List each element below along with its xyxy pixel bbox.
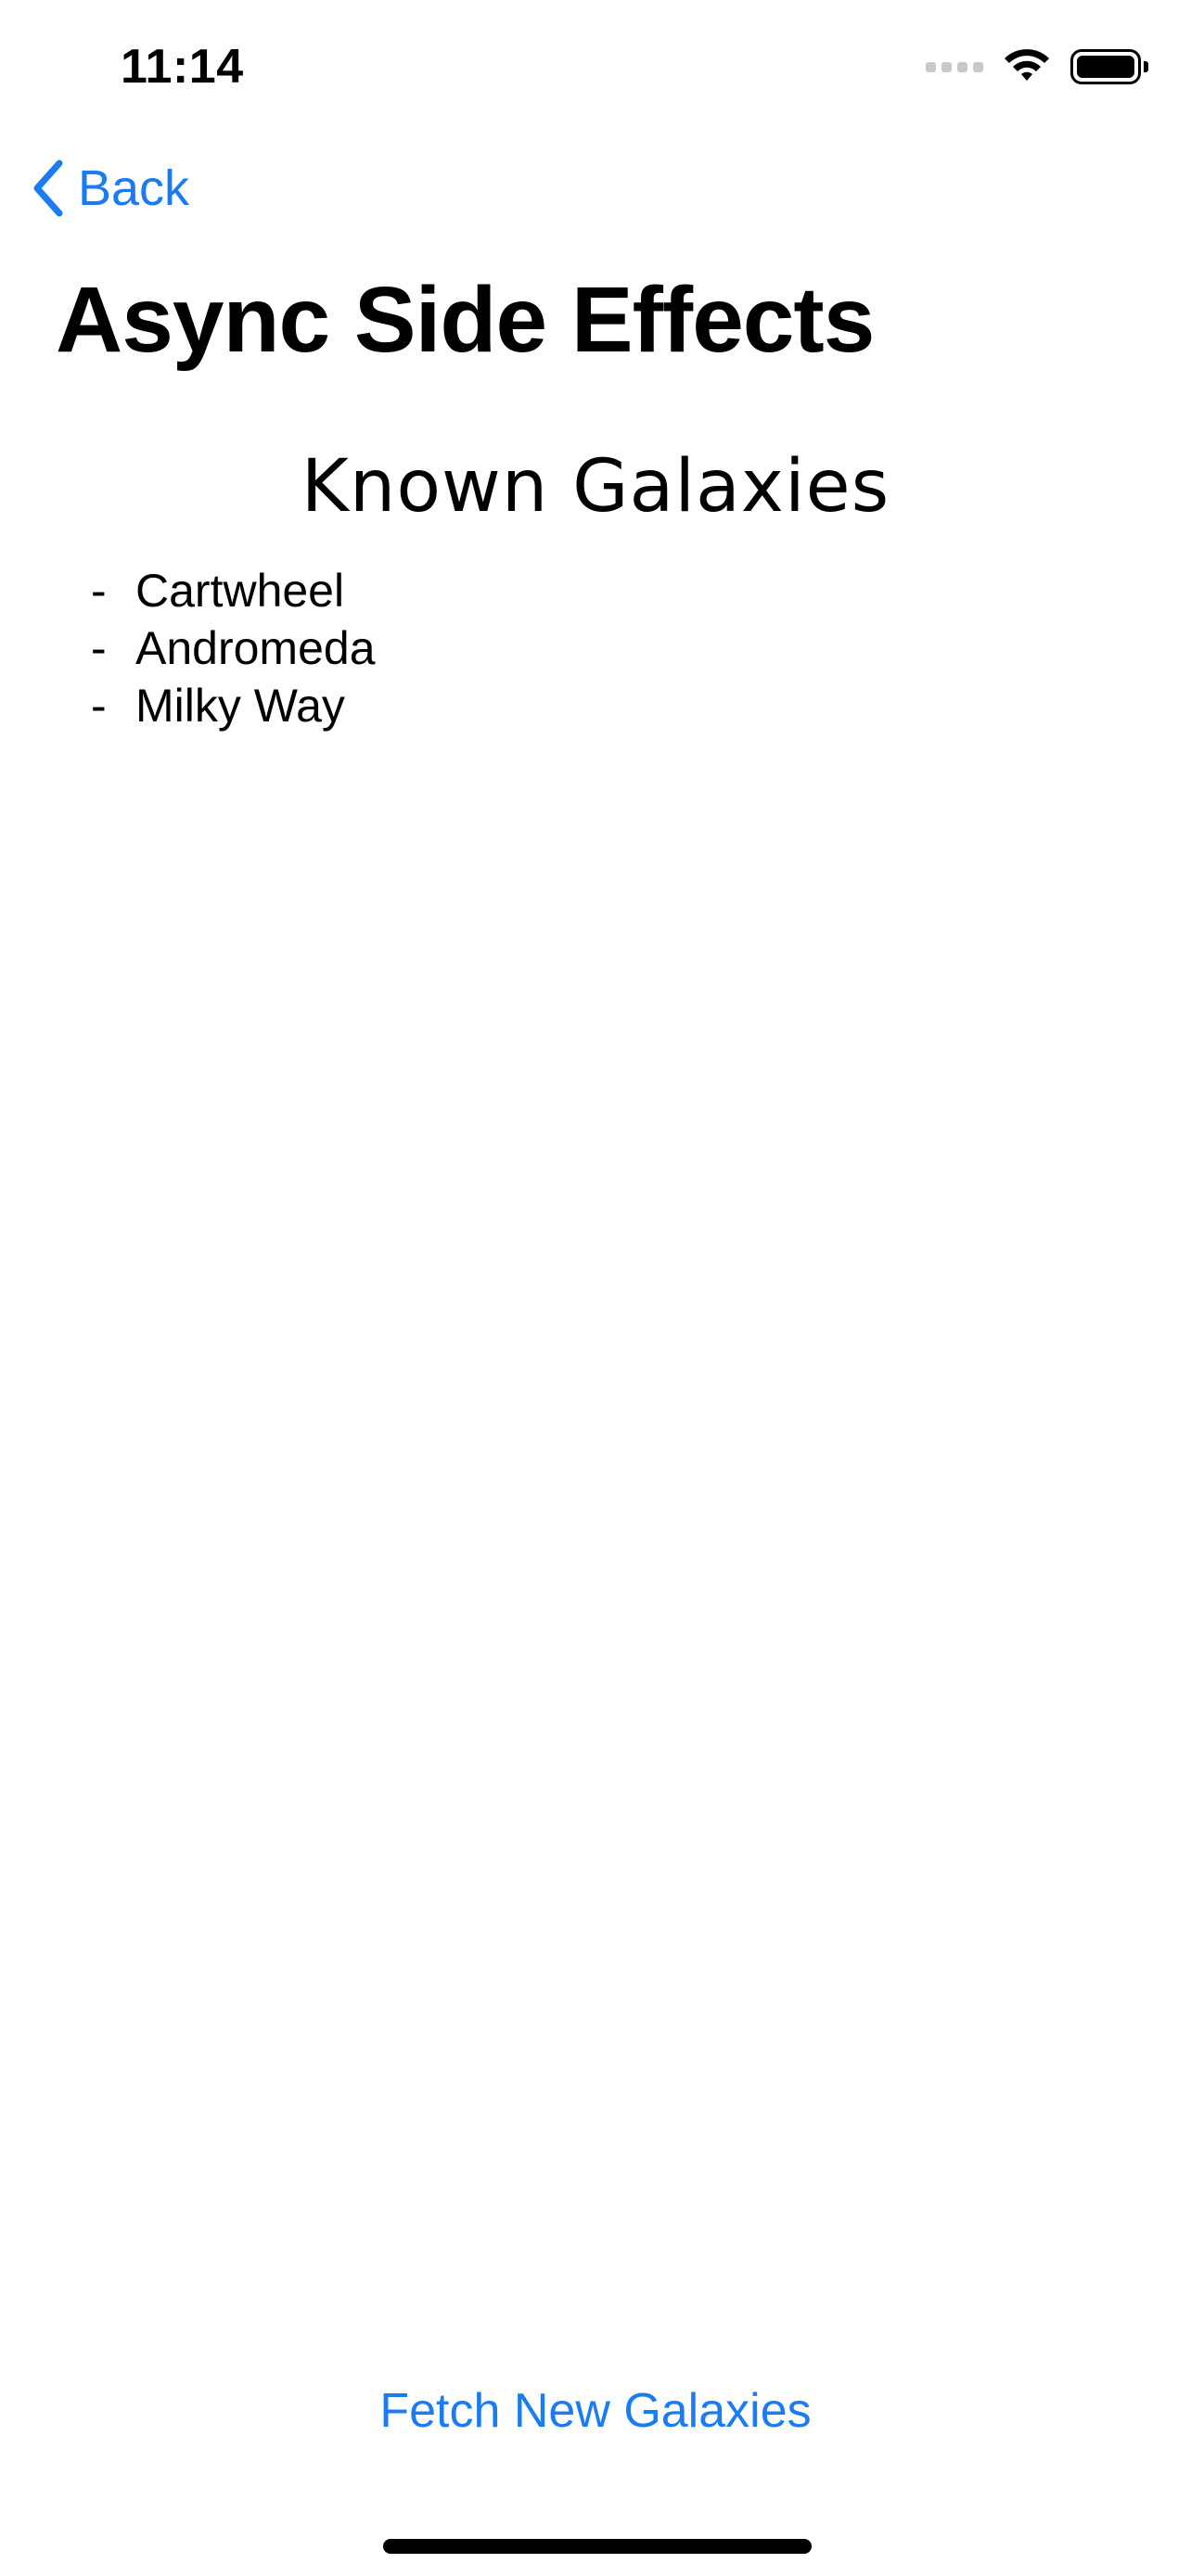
chevron-left-icon (33, 159, 63, 217)
bullet-dash: - (91, 565, 107, 617)
page-title: Async Side Effects (56, 268, 875, 372)
galaxy-name: Cartwheel (135, 565, 345, 617)
fetch-new-galaxies-button[interactable]: Fetch New Galaxies (0, 2383, 1191, 2439)
list-item: - Cartwheel (91, 562, 376, 619)
status-bar: 11:14 (0, 0, 1191, 139)
battery-icon (1070, 49, 1148, 84)
home-indicator[interactable] (383, 2539, 812, 2554)
bullet-dash: - (91, 622, 107, 674)
section-heading: Known Galaxies (301, 445, 890, 529)
wifi-icon (1005, 49, 1049, 81)
list-item: - Milky Way (91, 677, 376, 734)
status-icons (926, 46, 1148, 87)
galaxy-list: - Cartwheel - Andromeda - Milky Way (91, 562, 376, 734)
cellular-signal-icon (926, 61, 983, 72)
back-button[interactable]: Back (32, 159, 189, 217)
status-time: 11:14 (121, 40, 244, 94)
back-button-label: Back (78, 160, 190, 216)
galaxy-name: Milky Way (135, 680, 345, 732)
bullet-dash: - (91, 680, 107, 732)
list-item: - Andromeda (91, 619, 376, 677)
galaxy-name: Andromeda (135, 622, 376, 674)
